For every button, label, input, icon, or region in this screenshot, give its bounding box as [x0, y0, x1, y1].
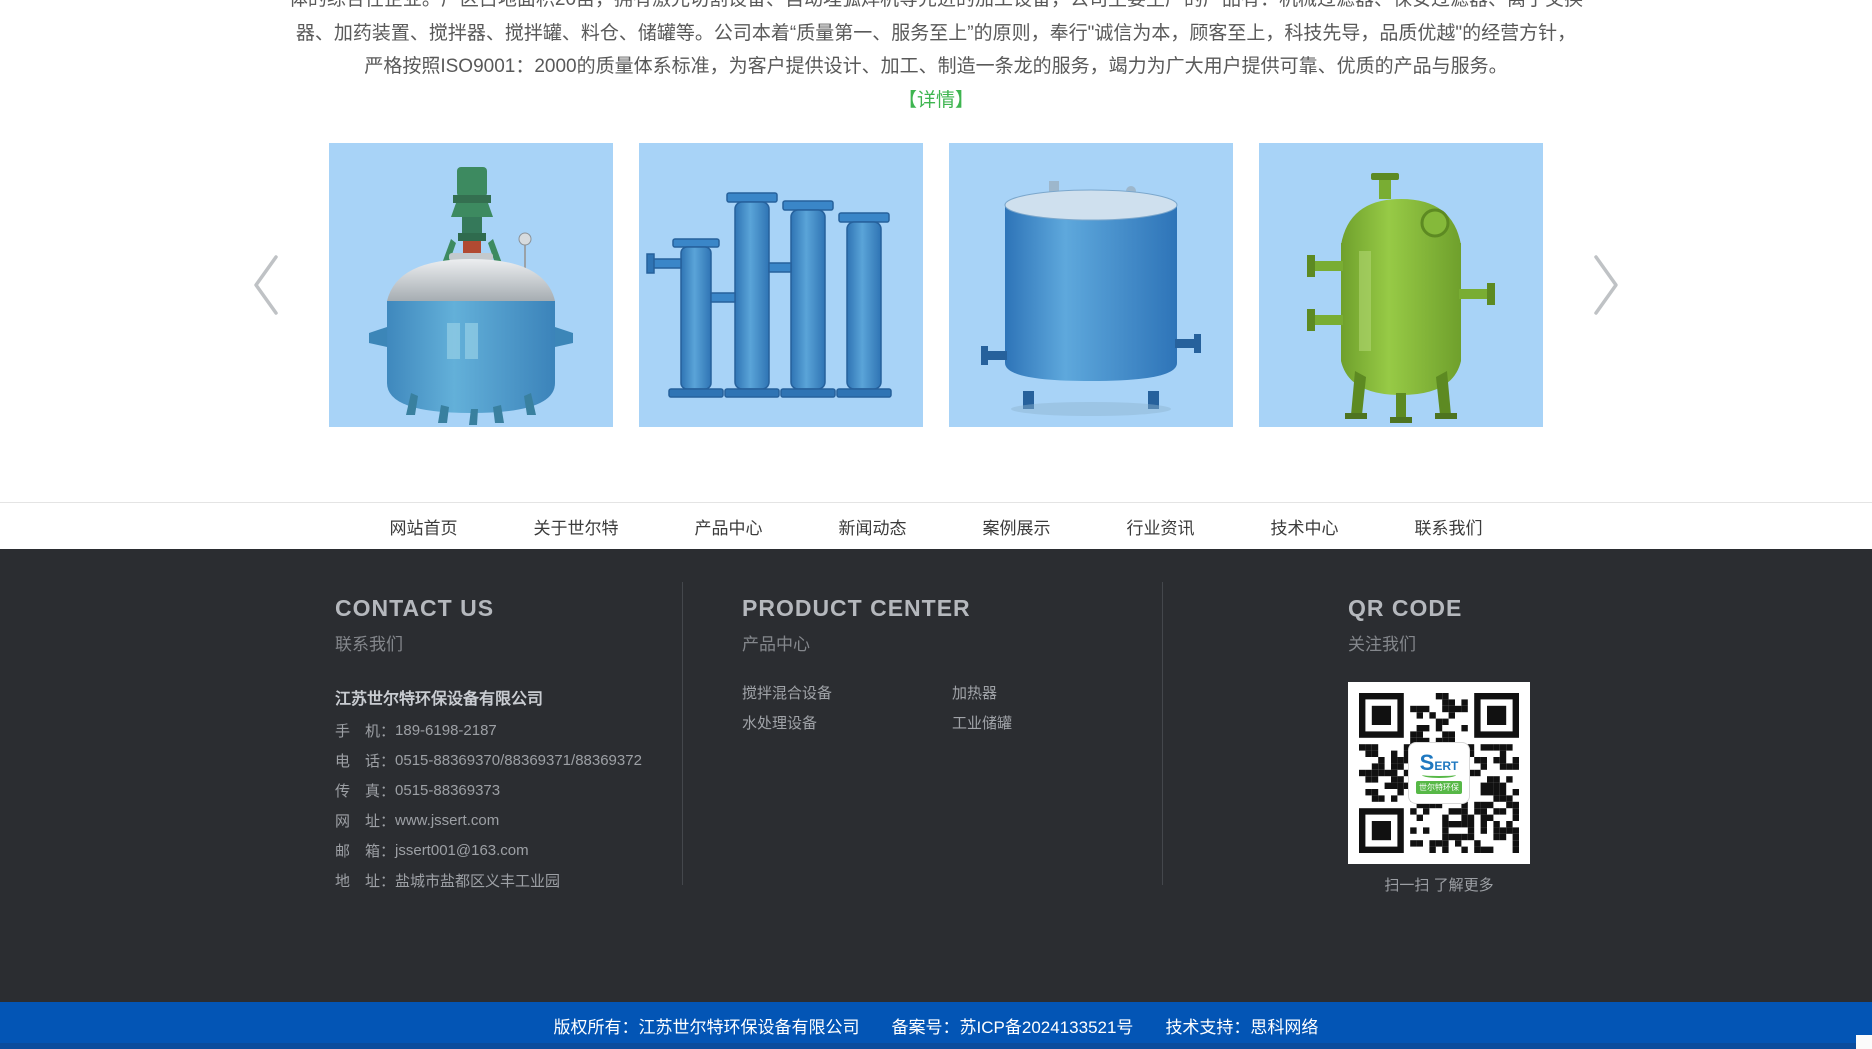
tech-support-text: 技术支持：思科网络 [1165, 1013, 1318, 1038]
nav-item-cases[interactable]: 案例展示 [983, 514, 1051, 539]
qr-heading-en: QR CODE [1348, 595, 1530, 622]
contact-row-phone: 电 话：0515-88369370/88369371/88369372 [335, 745, 642, 775]
nav-item-contact[interactable]: 联系我们 [1415, 514, 1483, 539]
storage-tank-image [949, 143, 1233, 427]
contact-row-mobile: 手 机：189-6198-2187 [335, 715, 642, 745]
footer-contact-column: CONTACT US 联系我们 江苏世尔特环保设备有限公司 手 机：189-61… [335, 595, 642, 895]
copyright-bar: 版权所有：江苏世尔特环保设备有限公司 备案号：苏ICP备2024133521号 … [0, 1002, 1872, 1049]
nav-item-industry[interactable]: 行业资讯 [1127, 514, 1195, 539]
filter-columns-image [639, 143, 923, 427]
page: 体的综合性企业。厂区占地面积20亩，拥有激光切割设备、自动埋弧焊机等先进的加工设… [0, 0, 1872, 1049]
product-links: 搅拌混合设备 加热器 水处理设备 工业储罐 [742, 677, 1012, 737]
nav-item-products[interactable]: 产品中心 [695, 514, 763, 539]
intro-detail-row: 【详情】 [0, 84, 1872, 118]
carousel-item-2[interactable] [639, 143, 923, 427]
qr-logo-swoosh [1422, 772, 1456, 778]
footer-products-column: PRODUCT CENTER 产品中心 搅拌混合设备 加热器 水处理设备 工业储… [742, 595, 1012, 737]
product-link-heater[interactable]: 加热器 [952, 677, 1012, 707]
product-link-water[interactable]: 水处理设备 [742, 707, 952, 737]
intro-line-3: 严格按照ISO9001：2000的质量体系标准，为客户提供设计、加工、制造一条龙… [0, 50, 1872, 84]
contact-heading-en: CONTACT US [335, 595, 642, 622]
contact-row-website: 网 址：www.jssert.com [335, 805, 642, 835]
nav-item-tech[interactable]: 技术中心 [1271, 514, 1339, 539]
main-nav: 网站首页 关于世尔特 产品中心 新闻动态 案例展示 行业资讯 技术中心 联系我们 [0, 502, 1872, 549]
scrollbar-corner[interactable] [1856, 1035, 1872, 1049]
contact-row-fax: 传 真：0515-88369373 [335, 775, 642, 805]
copyright-text: 版权所有：江苏世尔特环保设备有限公司 [554, 1013, 860, 1038]
products-heading-cn: 产品中心 [742, 630, 1012, 655]
footer-divider-1 [682, 582, 683, 885]
nav-item-home[interactable]: 网站首页 [390, 514, 458, 539]
contact-rows: 手 机：189-6198-2187 电 话：0515-88369370/8836… [335, 715, 642, 895]
chevron-left-icon [246, 245, 286, 325]
qr-caption: 扫一扫 了解更多 [1348, 874, 1530, 895]
carousel-item-1[interactable] [329, 143, 613, 427]
footer: CONTACT US 联系我们 江苏世尔特环保设备有限公司 手 机：189-61… [0, 549, 1872, 1002]
carousel-next-button[interactable] [1586, 245, 1626, 325]
nav-item-about[interactable]: 关于世尔特 [534, 514, 619, 539]
intro-line-2: 器、加药装置、搅拌器、搅拌罐、料仓、储罐等。公司本着“质量第一、服务至上”的原则… [0, 17, 1872, 51]
footer-divider-2 [1162, 582, 1163, 885]
product-link-tank[interactable]: 工业储罐 [952, 707, 1012, 737]
intro-line-1: 体的综合性企业。厂区占地面积20亩，拥有激光切割设备、自动埋弧焊机等先进的加工设… [0, 0, 1872, 17]
carousel-prev-button[interactable] [246, 245, 286, 325]
contact-heading-cn: 联系我们 [335, 630, 642, 655]
green-filter-tank-image [1259, 143, 1543, 427]
qr-code-image: SERT 世尔特环保 [1348, 682, 1530, 864]
products-heading-en: PRODUCT CENTER [742, 595, 1012, 622]
company-name: 江苏世尔特环保设备有限公司 [335, 685, 642, 709]
detail-link[interactable]: 【详情】 [898, 90, 974, 111]
contact-row-email: 邮 箱：jssert001@163.com [335, 835, 642, 865]
qr-logo-subtext: 世尔特环保 [1416, 781, 1462, 794]
contact-row-address: 地 址：盐城市盐都区义丰工业园 [335, 865, 642, 895]
qr-heading-cn: 关注我们 [1348, 630, 1530, 655]
product-carousel [0, 143, 1872, 427]
footer-qr-column: QR CODE 关注我们 SERT 世尔特环保 扫一扫 了解更多 [1348, 595, 1530, 895]
nav-item-news[interactable]: 新闻动态 [839, 514, 907, 539]
carousel-item-4[interactable] [1259, 143, 1543, 427]
chevron-right-icon [1586, 245, 1626, 325]
qr-center-logo: SERT 世尔特环保 [1408, 742, 1470, 804]
company-intro: 体的综合性企业。厂区占地面积20亩，拥有激光切割设备、自动埋弧焊机等先进的加工设… [0, 0, 1872, 117]
product-link-mixing[interactable]: 搅拌混合设备 [742, 677, 952, 707]
carousel-item-3[interactable] [949, 143, 1233, 427]
icp-number: 备案号：苏ICP备2024133521号 [892, 1013, 1134, 1038]
reactor-vessel-image [329, 143, 613, 427]
